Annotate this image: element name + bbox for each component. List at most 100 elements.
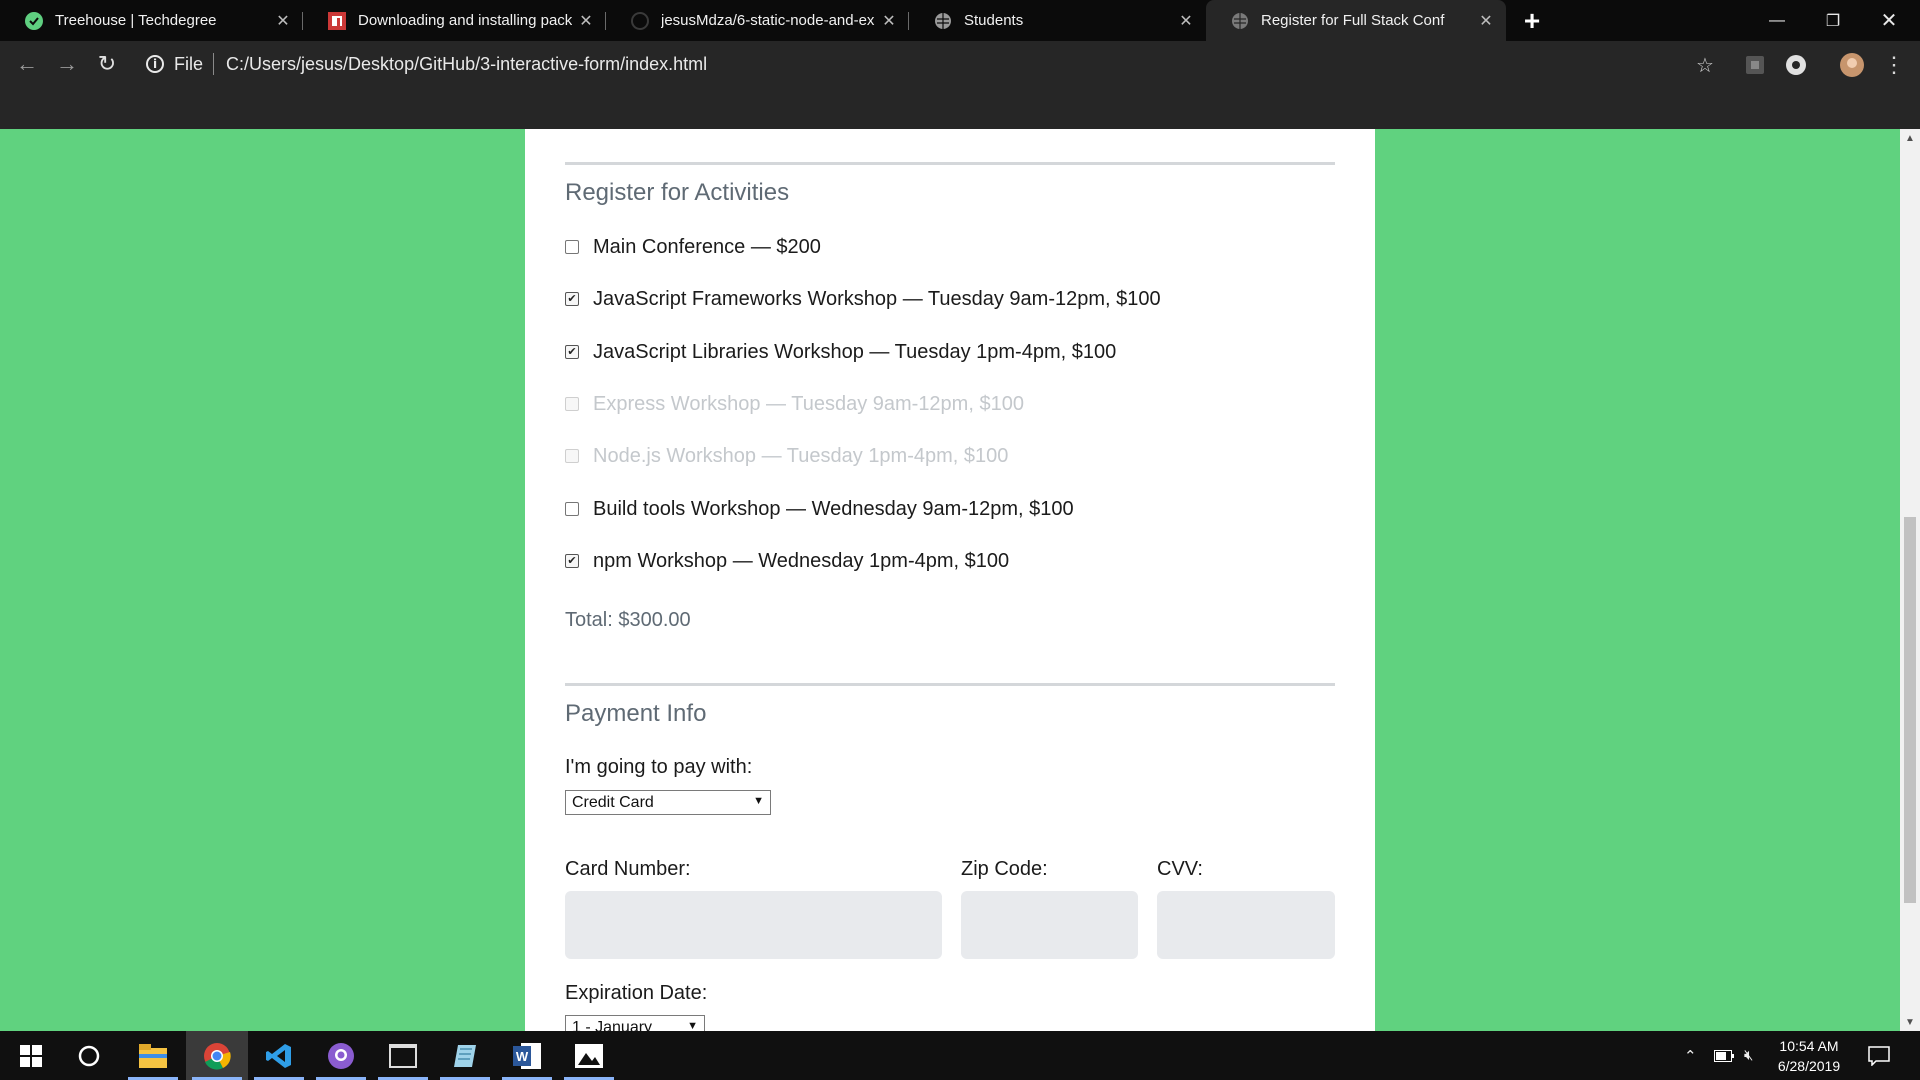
url-text[interactable]: C:/Users/jesus/Desktop/GitHub/3-interact… xyxy=(226,54,707,75)
github-desktop-icon[interactable] xyxy=(310,1031,372,1080)
avatar[interactable] xyxy=(1840,53,1864,77)
tab-title: Downloading and installing pack xyxy=(358,12,572,29)
payment-select[interactable]: Credit Card ▼ xyxy=(565,790,771,815)
tab-students[interactable]: Students ✕ xyxy=(909,0,1206,41)
clock-time: 10:54 AM xyxy=(1779,1038,1839,1054)
fieldset-divider xyxy=(565,683,1335,686)
browser-toolbar: ← → ↻ i File C:/Users/jesus/Desktop/GitH… xyxy=(0,41,1920,87)
github-icon xyxy=(631,11,649,30)
tab-title: jesusMdza/6-static-node-and-ex xyxy=(661,12,875,29)
minimize-button[interactable]: — xyxy=(1749,0,1805,41)
close-icon[interactable]: ✕ xyxy=(1172,11,1200,31)
scroll-up-icon[interactable]: ▲ xyxy=(1900,129,1920,147)
scrollbar-thumb[interactable] xyxy=(1904,517,1916,903)
expiration-label: Expiration Date: xyxy=(565,982,708,1004)
npm-icon xyxy=(328,11,346,30)
photos-icon[interactable] xyxy=(558,1031,620,1080)
dropdown-arrow-icon: ▼ xyxy=(753,795,764,807)
notifications-icon[interactable] xyxy=(1868,1031,1890,1080)
notes-icon[interactable] xyxy=(434,1031,496,1080)
tab-title: Students xyxy=(964,12,1024,29)
form-container: Register for Activities Main Conference … xyxy=(525,129,1375,1031)
forward-button[interactable]: → xyxy=(52,49,82,79)
activity-label: JavaScript Frameworks Workshop — Tuesday… xyxy=(593,287,1161,310)
page-scrollbar[interactable]: ▲ ▼ xyxy=(1900,129,1920,1031)
close-icon[interactable]: ✕ xyxy=(1472,11,1500,31)
file-explorer-icon[interactable] xyxy=(122,1031,184,1080)
activity-checkbox xyxy=(565,449,579,463)
zip-code-input[interactable] xyxy=(961,891,1138,959)
terminal-icon[interactable] xyxy=(372,1031,434,1080)
close-icon[interactable]: ✕ xyxy=(269,11,297,31)
dropdown-arrow-icon: ▼ xyxy=(687,1020,698,1031)
system-clock[interactable]: 10:54 AM 6/28/2019 xyxy=(1764,1036,1854,1076)
activity-checkbox xyxy=(565,397,579,411)
close-window-button[interactable]: ✕ xyxy=(1861,0,1917,41)
scroll-down-icon[interactable]: ▼ xyxy=(1900,1013,1920,1031)
activity-item[interactable]: ✔ JavaScript Libraries Workshop — Tuesda… xyxy=(565,338,1116,366)
close-icon[interactable]: ✕ xyxy=(572,11,600,31)
activity-checkbox[interactable]: ✔ xyxy=(565,554,579,568)
page-viewport: Register for Activities Main Conference … xyxy=(0,129,1900,1031)
start-icon[interactable] xyxy=(0,1031,62,1080)
word-icon[interactable]: W xyxy=(496,1031,558,1080)
tab-register-active[interactable]: Register for Full Stack Conf ✕ xyxy=(1206,0,1506,41)
activity-checkbox[interactable] xyxy=(565,502,579,516)
activity-checkbox[interactable]: ✔ xyxy=(565,345,579,359)
menu-icon[interactable]: ⋮ xyxy=(1882,52,1906,77)
activity-item[interactable]: Build tools Workshop — Wednesday 9am-12p… xyxy=(565,495,1074,523)
pay-with-label: I'm going to pay with: xyxy=(565,756,753,778)
card-number-input[interactable] xyxy=(565,891,942,959)
reload-button[interactable]: ↻ xyxy=(92,49,122,79)
activity-item[interactable]: Main Conference — $200 xyxy=(565,233,821,261)
activities-legend: Register for Activities xyxy=(565,179,790,206)
volume-muted-icon[interactable]: 🔇︎ xyxy=(1744,1031,1753,1080)
chrome-icon[interactable] xyxy=(186,1031,248,1080)
tab-npm[interactable]: Downloading and installing pack ✕ xyxy=(303,0,606,41)
activity-label: Main Conference — $200 xyxy=(593,235,821,258)
info-icon[interactable]: i xyxy=(146,55,164,73)
battery-icon[interactable] xyxy=(1714,1031,1734,1080)
new-tab-button[interactable]: + xyxy=(1512,0,1552,41)
activity-item[interactable]: ✔ JavaScript Frameworks Workshop — Tuesd… xyxy=(565,285,1161,313)
scheme-label: File xyxy=(174,53,204,74)
activity-checkbox[interactable]: ✔ xyxy=(565,292,579,306)
payment-legend: Payment Info xyxy=(565,700,707,727)
treehouse-icon xyxy=(25,11,43,30)
activity-label: Express Workshop — Tuesday 9am-12pm, $10… xyxy=(593,392,1024,415)
divider xyxy=(213,53,215,75)
activity-label: npm Workshop — Wednesday 1pm-4pm, $100 xyxy=(593,549,1010,572)
exp-month-value: 1 - January xyxy=(572,1018,653,1032)
activity-label: JavaScript Libraries Workshop — Tuesday … xyxy=(593,340,1117,363)
show-hidden-icons-icon[interactable]: ⌃ xyxy=(1684,1031,1697,1080)
back-button[interactable]: ← xyxy=(12,49,42,79)
search-icon[interactable] xyxy=(58,1031,120,1080)
address-bar[interactable]: i File C:/Users/jesus/Desktop/GitHub/3-i… xyxy=(146,48,707,80)
vscode-icon[interactable] xyxy=(248,1031,310,1080)
cvv-label: CVV: xyxy=(1157,858,1203,880)
toolbar-gap xyxy=(0,87,1920,129)
activity-item[interactable]: ✔ npm Workshop — Wednesday 1pm-4pm, $100 xyxy=(565,547,1009,575)
svg-text:W: W xyxy=(516,1049,529,1064)
restore-button[interactable]: ❐ xyxy=(1805,0,1861,41)
clock-date: 6/28/2019 xyxy=(1777,1058,1841,1074)
activity-label: Node.js Workshop — Tuesday 1pm-4pm, $100 xyxy=(593,444,1009,467)
exp-month-select[interactable]: 1 - January ▼ xyxy=(565,1015,705,1031)
zip-code-label: Zip Code: xyxy=(961,858,1048,880)
activity-item: Express Workshop — Tuesday 9am-12pm, $10… xyxy=(565,390,1024,418)
fieldset-divider xyxy=(565,162,1335,165)
extension-circle-icon[interactable] xyxy=(1784,53,1808,77)
extension-icon[interactable] xyxy=(1743,53,1767,77)
tab-github[interactable]: jesusMdza/6-static-node-and-ex ✕ xyxy=(606,0,909,41)
activities-total: Total: $300.00 xyxy=(565,609,691,631)
tab-strip: Treehouse | Techdegree ✕ Downloading and… xyxy=(0,0,1920,41)
tab-treehouse[interactable]: Treehouse | Techdegree ✕ xyxy=(0,0,303,41)
globe-icon xyxy=(934,12,952,30)
globe-icon xyxy=(1231,12,1249,30)
activity-checkbox[interactable] xyxy=(565,240,579,254)
close-icon[interactable]: ✕ xyxy=(875,11,903,31)
payment-select-value: Credit Card xyxy=(572,793,654,811)
star-icon[interactable]: ☆ xyxy=(1693,53,1717,77)
cvv-input[interactable] xyxy=(1157,891,1335,959)
activity-item: Node.js Workshop — Tuesday 1pm-4pm, $100 xyxy=(565,442,1008,470)
